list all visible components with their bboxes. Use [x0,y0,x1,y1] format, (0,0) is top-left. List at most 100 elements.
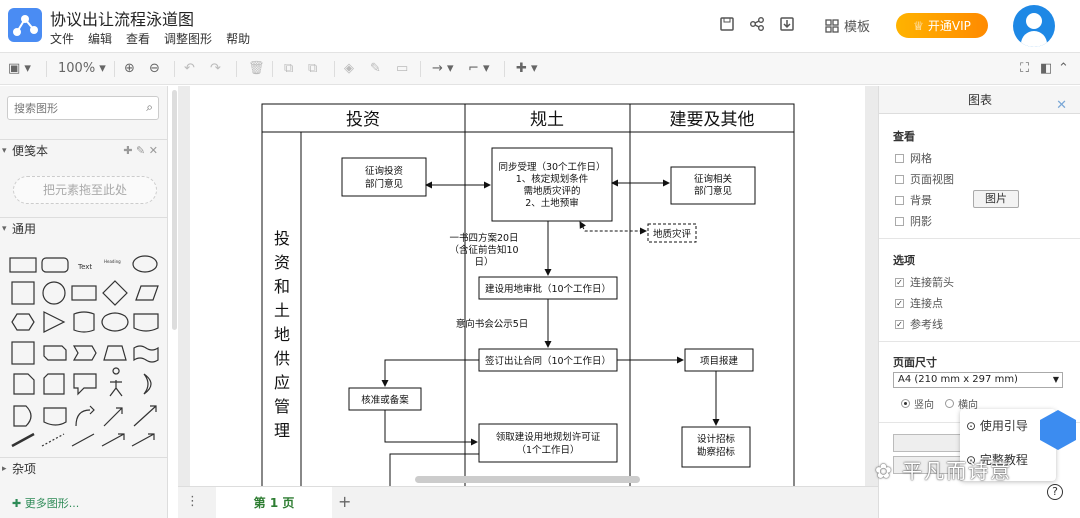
portrait-option[interactable]: 竖向 [901,396,934,411]
row-label: 投 资 和 土 地 供 应 管 理 [274,229,290,440]
svg-text:供: 供 [274,349,290,368]
shadow-icon[interactable]: ▭ [396,60,408,78]
note-plan-notice-1: 一书四方案20日 [449,232,518,244]
tab-diagram[interactable]: 图表 ✕ [879,86,1080,114]
text-design-bid-1: 设计招标 [697,433,736,445]
more-shapes-link[interactable]: ✚ 更多图形... [12,495,79,511]
grid-icon [825,18,839,33]
help-icon[interactable]: ? [1047,484,1063,500]
scratchpad-tools[interactable]: ✚ ✎ ✕ [123,140,158,162]
shape-palette[interactable]: Text Heading [6,250,162,450]
to-front-icon[interactable]: ⧉ [284,60,293,78]
zoom-in-icon[interactable]: ⊕ [124,60,135,78]
menu-file[interactable]: 文件 [50,30,74,47]
landscape-radio[interactable] [945,399,954,408]
background-checkbox[interactable] [895,195,904,205]
to-back-icon[interactable]: ⧉ [308,60,317,78]
connect-arrows-option[interactable]: ✓ 连接箭头 [895,274,954,290]
shadow-checkbox[interactable] [895,216,904,226]
diamond-shape [102,280,128,306]
edit-data-button[interactable] [893,434,963,452]
pages-menu-icon[interactable]: ⋮ [186,494,199,509]
triangle-shape [43,311,66,333]
vip-button[interactable]: ♕ 开通VIP [896,13,988,38]
connect-points-checkbox[interactable]: ✓ [895,298,904,308]
connect-arrows-checkbox[interactable]: ✓ [895,277,904,287]
note-intent-notice: 意向书会公示5日 [456,318,529,330]
svg-text:地: 地 [274,325,290,344]
directional-connector-shape [101,433,125,447]
panel-toggle-icon[interactable]: ▣ ▾ [8,60,31,78]
scratchpad-drop-zone[interactable]: 把元素拖至此处 [13,176,157,204]
image-button[interactable]: 图片 [973,190,1019,208]
page-tab-bar: ⋮ 第 1 页 + [178,486,878,518]
canvas-hscrollbar[interactable] [415,476,640,483]
save-icon[interactable] [718,16,736,34]
add-page-icon[interactable]: + [338,492,351,511]
connect-points-option[interactable]: ✓ 连接点 [895,295,943,311]
fill-color-icon[interactable]: ◈ [344,60,354,78]
text-geo-hazard: 地质灾评 [653,228,692,240]
moon-shape [143,373,152,395]
svg-text:和: 和 [274,277,290,296]
portrait-radio[interactable] [901,399,910,408]
page-view-option[interactable]: 页面视图 [895,171,954,187]
background-option[interactable]: 背景 [895,192,932,208]
menu-edit[interactable]: 编辑 [88,30,112,47]
cube-shape [43,345,67,361]
search-input[interactable] [8,97,128,119]
insert-icon[interactable]: ✚ ▾ [516,60,538,78]
template-button[interactable]: 模板 [824,16,870,35]
menu-arrange[interactable]: 调整图形 [164,30,212,47]
redo-icon[interactable]: ↷ [210,60,221,78]
connector-shape [131,433,155,447]
grid-option[interactable]: 网格 [895,150,932,166]
menu-help[interactable]: 帮助 [226,30,250,47]
sidebar-scrollbar[interactable] [172,90,177,330]
arrow-shape [133,405,157,427]
actor-shape [109,367,123,397]
shadow-label: 阴影 [910,215,932,228]
bidirectional-arrow-shape [103,407,123,427]
download-icon[interactable] [778,16,796,34]
fullscreen-icon[interactable]: ⛶ [1020,60,1029,78]
general-header[interactable]: 通用 [0,217,168,240]
close-icon[interactable]: ✕ [1056,92,1067,120]
app-logo[interactable] [8,8,42,42]
swimlane-diagram[interactable]: 投资 规土 建要及其他 投 资 和 土 地 供 应 管 理 征询投资 部门意见 … [190,86,865,486]
page-size-select[interactable]: A4 (210 mm x 297 mm) ▼ [893,372,1063,388]
format-panel-icon[interactable]: ◧ [1040,60,1052,78]
grid-checkbox[interactable] [895,153,904,163]
scratchpad-header[interactable]: 便笺本 ✚ ✎ ✕ [0,139,168,162]
page-tab-1[interactable]: 第 1 页 [216,487,332,518]
share-icon[interactable] [748,16,766,34]
page-size-value: A4 (210 mm x 297 mm) [898,374,1018,385]
collapse-icon[interactable]: ⌃ [1058,60,1069,78]
guide-link[interactable]: ⊙ 使用引导 [966,417,1028,434]
document-title[interactable]: 协议出让流程泳道图 [50,6,194,30]
menu-view[interactable]: 查看 [126,30,150,47]
line-color-icon[interactable]: ✎ [370,60,381,78]
guides-checkbox[interactable]: ✓ [895,319,904,329]
svg-text:投: 投 [274,229,290,248]
menu-bar: 文件 编辑 查看 调整图形 帮助 [50,30,250,47]
misc-header[interactable]: 杂项 [0,457,168,480]
cylinder-shape [73,311,95,333]
connection-style-icon[interactable]: → ▾ [432,60,454,78]
page-view-checkbox[interactable] [895,174,904,184]
search-icon[interactable]: ⌕ [146,100,153,115]
zoom-out-icon[interactable]: ⊖ [149,60,160,78]
svg-text:资: 资 [274,253,290,272]
circle-shape [42,281,66,305]
guides-option[interactable]: ✓ 参考线 [895,316,943,332]
diagram-canvas[interactable]: 投资 规土 建要及其他 投 资 和 土 地 供 应 管 理 征询投资 部门意见 … [178,86,878,486]
diagram-page[interactable]: 投资 规土 建要及其他 投 资 和 土 地 供 应 管 理 征询投资 部门意见 … [190,86,865,486]
shadow-option[interactable]: 阴影 [895,213,932,229]
zoom-select[interactable]: 100% ▾ [58,60,106,78]
waypoint-style-icon[interactable]: ⌐ ▾ [468,60,490,78]
undo-icon[interactable]: ↶ [184,60,195,78]
user-avatar[interactable] [1013,5,1055,47]
shape-search[interactable]: ⌕ [7,96,159,120]
general-title: 通用 [12,222,37,236]
delete-icon[interactable]: 🗑 [248,60,265,78]
